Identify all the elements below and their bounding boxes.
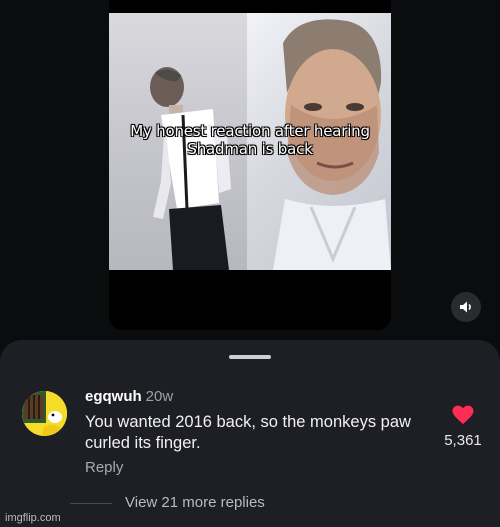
meme-image: My honest reaction after hearing Shadman… [109,13,391,270]
sheet-drag-handle[interactable] [229,355,271,359]
comment-author[interactable]: egqwuh 20w [85,388,173,405]
view-more-replies-button[interactable]: View 21 more replies [125,494,265,511]
heart-icon[interactable] [452,405,474,425]
mute-button[interactable] [451,292,481,322]
replies-divider [70,503,112,504]
username[interactable]: egqwuh [85,388,142,405]
speaker-muted-icon [460,301,471,313]
meme-caption: My honest reaction after hearing Shadman… [109,122,391,158]
like-count: 5,361 [444,432,482,449]
reply-button[interactable]: Reply [85,459,123,476]
comment-age: 20w [145,388,174,405]
video-post[interactable]: My honest reaction after hearing Shadman… [109,0,391,330]
comments-sheet: egqwuh 20w You wanted 2016 back, so the m… [0,340,500,527]
comment-text: You wanted 2016 back, so the monkeys paw… [85,413,411,452]
watermark: imgflip.com [5,512,61,524]
meme-caption-line-2: Shadman is back [187,140,313,158]
meme-caption-line-1: My honest reaction after hearing [130,122,370,140]
avatar[interactable] [22,391,67,436]
